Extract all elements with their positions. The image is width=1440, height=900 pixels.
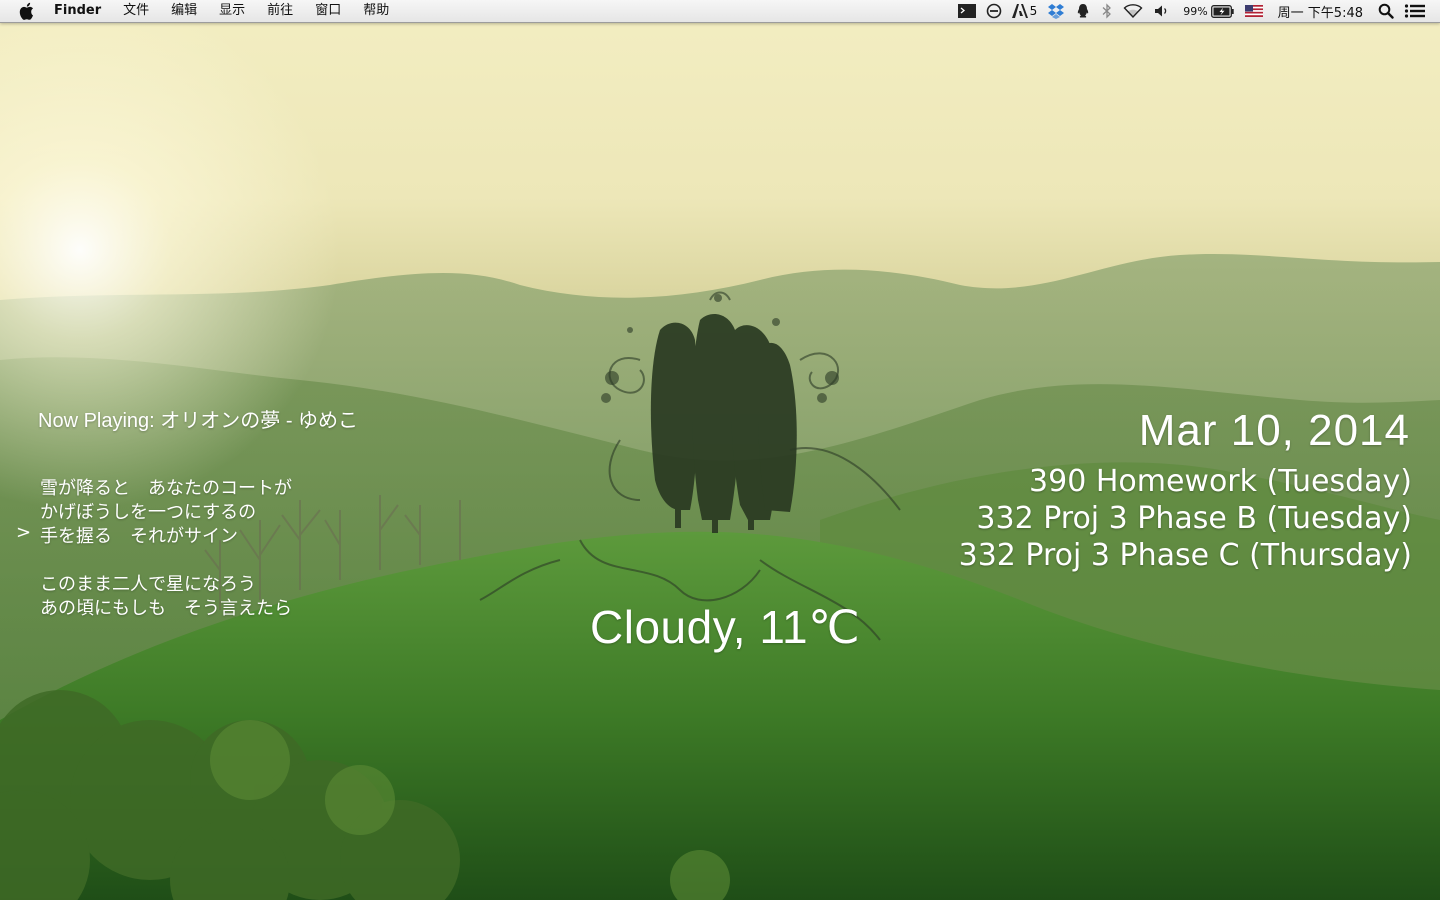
- lyric-line: あの頃にもしも そう言えたら: [40, 598, 292, 619]
- todo-item: 390 Homework (Tuesday): [1029, 464, 1412, 499]
- menu-edit[interactable]: 编辑: [160, 0, 208, 22]
- menu-window[interactable]: 窗口: [304, 0, 352, 22]
- date-display: Mar 10, 2014: [1138, 406, 1410, 455]
- desktop[interactable]: Finder 文件 编辑 显示 前往 窗口 帮助 5 99% 周一 下午5:48…: [0, 0, 1440, 900]
- stop-icon[interactable]: [981, 0, 1007, 22]
- menu-go[interactable]: 前往: [256, 0, 304, 22]
- lyric-line-current: 手を握る それがサイン: [40, 526, 238, 547]
- battery-icon: [1210, 4, 1235, 18]
- adobe-update-count: 5: [1029, 4, 1038, 18]
- notification-center-icon[interactable]: [1399, 0, 1440, 22]
- spotlight-icon[interactable]: [1373, 0, 1399, 22]
- adobe-icon[interactable]: 5: [1007, 0, 1043, 22]
- menu-view[interactable]: 显示: [208, 0, 256, 22]
- lyric-line: 雪が降ると あなたのコートが: [40, 478, 292, 499]
- menu-file[interactable]: 文件: [112, 0, 160, 22]
- qq-icon[interactable]: [1070, 0, 1096, 22]
- menu-app-finder[interactable]: Finder: [54, 0, 112, 22]
- wifi-icon[interactable]: [1118, 0, 1148, 22]
- menu-bar: Finder 文件 编辑 显示 前往 窗口 帮助 5 99% 周一 下午5:48: [0, 0, 1440, 23]
- dropbox-icon[interactable]: [1042, 0, 1070, 22]
- flag-icon[interactable]: [1240, 0, 1268, 22]
- battery-percent: 99%: [1183, 4, 1208, 18]
- volume-icon[interactable]: [1148, 0, 1176, 22]
- lyric-line: かげぼうしを一つにするの: [40, 502, 257, 523]
- menu-help[interactable]: 帮助: [352, 0, 400, 22]
- todo-item: 332 Proj 3 Phase B (Tuesday): [976, 501, 1412, 536]
- menu-clock[interactable]: 周一 下午5:48: [1268, 0, 1373, 22]
- weather-display: Cloudy, 11℃: [590, 601, 861, 653]
- battery-status[interactable]: 99%: [1176, 0, 1239, 22]
- lyric-line: このまま二人で星になろう: [40, 574, 256, 595]
- bluetooth-icon[interactable]: [1096, 0, 1118, 22]
- apple-icon[interactable]: [18, 2, 36, 20]
- terminal-icon[interactable]: [953, 0, 981, 22]
- now-playing-text: Now Playing: オリオンの夢 - ゆめこ: [38, 410, 359, 432]
- current-lyric-marker: >: [16, 522, 32, 543]
- todo-item: 332 Proj 3 Phase C (Thursday): [958, 538, 1412, 573]
- menu-bar-left: Finder 文件 编辑 显示 前往 窗口 帮助: [0, 0, 400, 22]
- menu-bar-extras: 5 99% 周一 下午5:48: [953, 0, 1440, 22]
